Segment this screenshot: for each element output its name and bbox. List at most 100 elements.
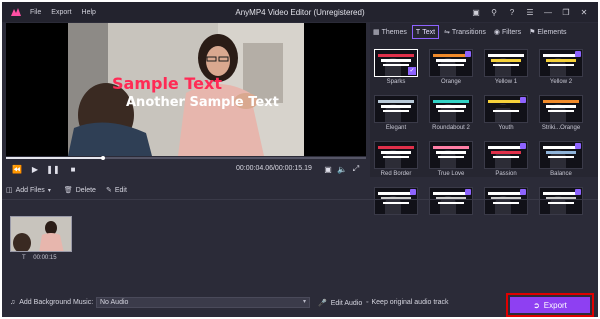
template-line — [543, 100, 579, 103]
template-line — [548, 202, 574, 204]
timecode: 00:00:04.06/00:00:15.19 — [236, 165, 312, 172]
edit-audio-button[interactable]: 🎤 Edit Audio — [318, 299, 362, 308]
snapshot-icon[interactable]: ▣ — [322, 162, 334, 176]
chevron-down-icon[interactable]: ▾ — [48, 187, 51, 194]
tab-filters[interactable]: ◉ Filters — [491, 25, 524, 39]
template-line — [378, 100, 414, 103]
text-template-label: Red Border — [380, 171, 412, 177]
text-template-thumbnail: ✓ — [374, 49, 418, 77]
template-line — [433, 100, 469, 103]
trash-icon: 🗑 — [63, 187, 73, 194]
effects-tabs: ▦ Themes T Text ⇋ Transitions ◉ Filters ⚑ Ele… — [370, 23, 598, 41]
delete-button[interactable]: 🗑 Delete — [63, 186, 96, 195]
template-line — [493, 156, 519, 158]
template-line — [493, 110, 519, 112]
menu-help[interactable]: Help — [82, 9, 96, 16]
themes-icon: ▦ — [373, 29, 380, 36]
template-line — [438, 202, 464, 204]
close-icon[interactable]: ✕ — [576, 6, 592, 18]
text-icon: T — [415, 28, 421, 36]
text-template-thumbnail — [484, 95, 528, 123]
template-line — [488, 192, 524, 195]
text-template-label: Youth — [498, 125, 514, 131]
tab-themes[interactable]: ▦ Themes — [370, 25, 410, 39]
fullscreen-icon[interactable]: ⤢ — [350, 162, 362, 176]
text-template-label: Yellow 1 — [494, 79, 518, 85]
template-line — [383, 110, 409, 112]
cart-icon[interactable]: ⚲ — [486, 6, 502, 18]
text-template-thumbnail — [429, 95, 473, 123]
title-bar-controls: ▣ ⚲ ? ☰ — ❐ ✕ — [466, 6, 592, 18]
template-line — [378, 54, 414, 57]
app-logo-icon — [11, 8, 21, 16]
template-line — [488, 100, 524, 103]
app-window: File Export Help AnyMP4 Video Editor (Un… — [2, 2, 598, 317]
timeline-clip[interactable] — [10, 216, 72, 252]
audio-track-icon: ◦ — [366, 299, 369, 306]
edit-button[interactable]: ✎ Edit — [106, 186, 127, 195]
text-template-label: Balance — [550, 171, 572, 177]
premium-badge-icon — [520, 97, 526, 103]
text-template-thumbnail — [429, 141, 473, 169]
template-line — [546, 59, 576, 62]
play-icon[interactable]: ▶ — [28, 162, 42, 176]
premium-badge-icon — [465, 189, 471, 195]
filters-icon: ◉ — [493, 29, 501, 36]
text-template-thumbnail — [429, 187, 473, 215]
pause-icon[interactable]: ❚❚ — [46, 162, 60, 176]
template-line — [383, 156, 409, 158]
menu-bar: File Export Help — [30, 9, 106, 16]
template-line — [543, 192, 579, 195]
premium-badge-icon — [465, 51, 471, 57]
tab-transitions[interactable]: ⇋ Transitions — [441, 25, 489, 39]
template-line — [546, 151, 576, 154]
volume-icon[interactable]: 🔈 — [336, 162, 348, 176]
keep-original-audio-toggle[interactable]: ◦ Keep original audio track — [366, 299, 449, 306]
audio-select[interactable]: No Audio ▾ — [96, 297, 310, 308]
template-line — [381, 105, 411, 108]
template-line — [548, 64, 574, 66]
save-icon[interactable]: ▣ — [468, 6, 484, 18]
export-highlight: ➲ Export — [506, 293, 594, 317]
text-template-label: Roundabout 2 — [432, 125, 470, 131]
minimize-icon[interactable]: — — [540, 6, 556, 18]
template-line — [383, 64, 409, 66]
seek-bar[interactable] — [6, 156, 366, 160]
text-template-thumbnail — [484, 187, 528, 215]
text-template-label: Yellow 2 — [549, 79, 573, 85]
template-line — [378, 192, 414, 195]
audio-edit-icon: 🎤 — [318, 300, 327, 307]
clip-type-icon: T — [22, 255, 26, 261]
text-template-thumbnail — [484, 49, 528, 77]
seek-handle[interactable] — [101, 156, 106, 160]
text-template-label: Orange — [440, 79, 461, 85]
stop-icon[interactable]: ■ — [66, 162, 80, 176]
clip-duration: 00:00:15 — [33, 255, 57, 261]
text-template-thumbnail — [374, 187, 418, 215]
text-template-thumbnail — [374, 95, 418, 123]
menu-file[interactable]: File — [30, 9, 41, 16]
tab-elements[interactable]: ⚑ Elements — [526, 25, 569, 39]
menu-icon[interactable]: ☰ — [522, 6, 538, 18]
restore-icon[interactable]: ❐ — [558, 6, 574, 18]
export-icon: ➲ — [533, 300, 540, 310]
effects-panel: ▦ Themes T Text ⇋ Transitions ◉ Filters ⚑ Ele… — [370, 23, 598, 215]
template-line — [491, 105, 521, 108]
template-line — [383, 202, 409, 204]
premium-badge-icon — [575, 189, 581, 195]
video-preview[interactable]: Sample Text Another Sample Text — [6, 23, 366, 156]
tab-text[interactable]: T Text — [411, 25, 440, 39]
chevron-down-icon: ▾ — [302, 299, 306, 305]
rewind-icon[interactable]: ⏪ — [10, 162, 24, 176]
preview-frame: Sample Text Another Sample Text — [68, 23, 304, 156]
menu-export[interactable]: Export — [51, 9, 71, 16]
export-button[interactable]: ➲ Export — [510, 297, 590, 313]
text-template-thumbnail — [539, 141, 583, 169]
template-line — [548, 110, 574, 112]
seek-progress — [6, 157, 104, 159]
template-line — [488, 54, 524, 57]
help-icon[interactable]: ? — [504, 6, 520, 18]
template-line — [546, 105, 576, 108]
add-files-button[interactable]: ◫ Add Files ▾ — [6, 186, 54, 195]
premium-badge-icon — [410, 189, 416, 195]
